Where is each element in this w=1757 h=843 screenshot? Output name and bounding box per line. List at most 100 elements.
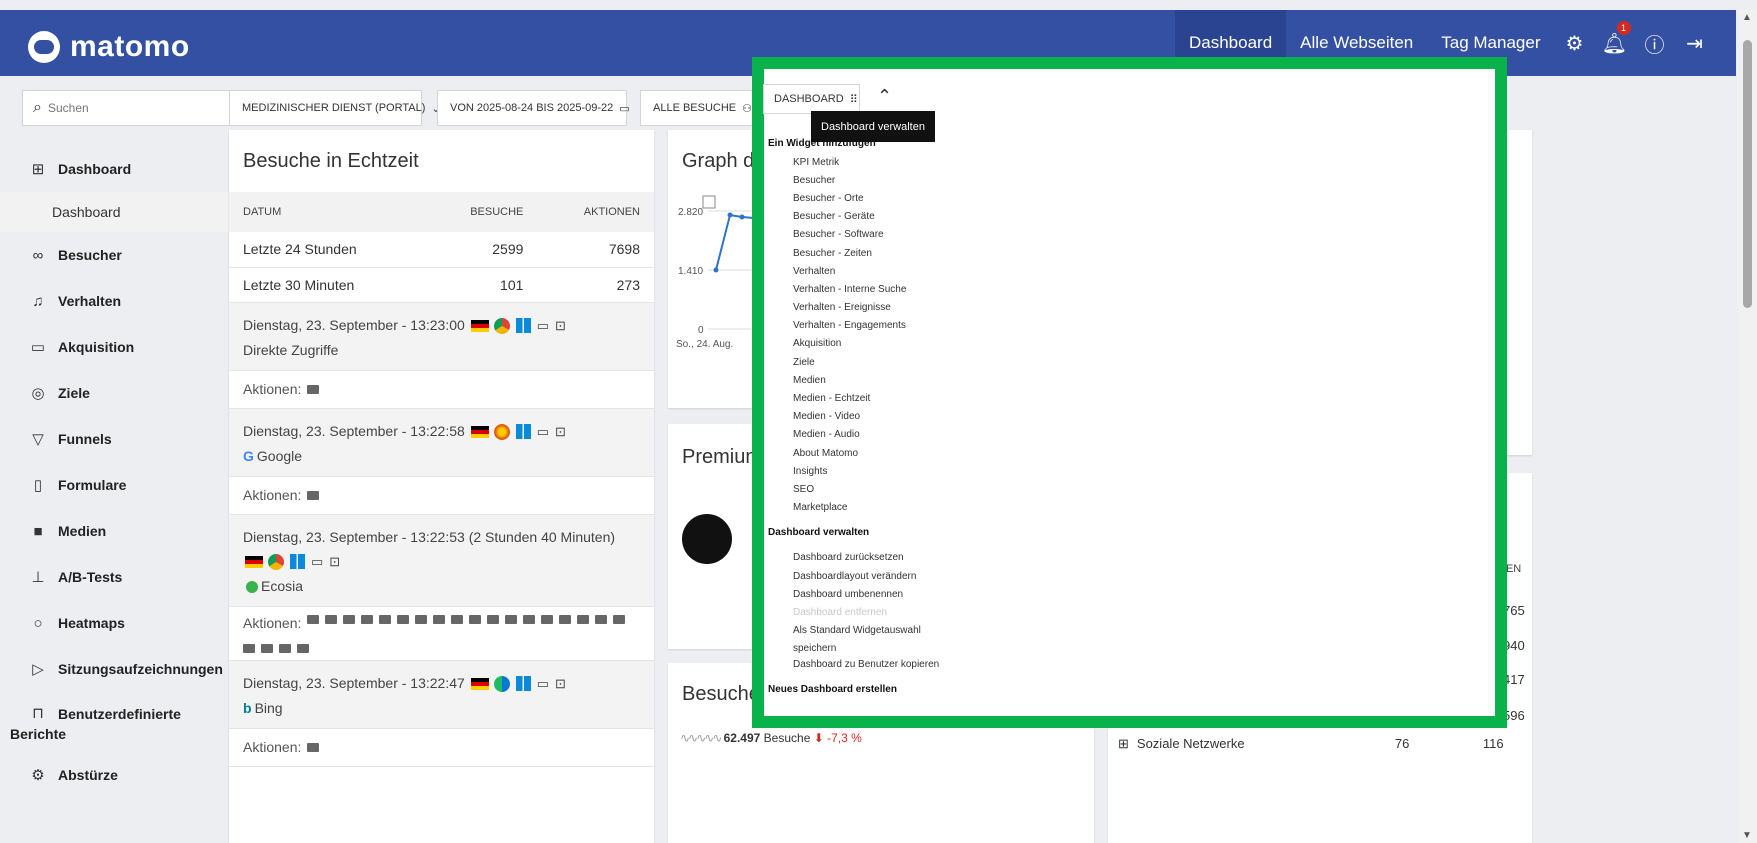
- sidebar-item-verhalten[interactable]: ♫ Verhalten: [0, 278, 238, 324]
- sidebar-item-funnels[interactable]: ▽ Funnels: [0, 416, 238, 462]
- menu-item[interactable]: Medien - Audio: [768, 426, 1488, 444]
- visitor-profile-icon[interactable]: ⊡: [555, 672, 566, 696]
- column-header[interactable]: DATUM: [229, 192, 426, 232]
- visit-actions: Aktionen:: [229, 607, 654, 661]
- visitor-profile-icon[interactable]: ⊡: [555, 314, 566, 338]
- menu-item-change-layout[interactable]: Dashboardlayout verändern: [768, 567, 1488, 585]
- sidebar-item-sitzungsaufzeichnungen[interactable]: ▷ Sitzungsaufzeichnungen: [0, 646, 238, 692]
- menu-item[interactable]: Besucher: [768, 171, 1488, 189]
- data-point[interactable]: [713, 267, 719, 273]
- menu-item-new-dashboard[interactable]: Neues Dashboard erstellen: [768, 680, 1488, 700]
- table-row[interactable]: ⊞ Soziale Netzwerke 76 116: [1118, 736, 1528, 752]
- menu-item[interactable]: KPI Metrik: [768, 153, 1488, 171]
- segment-selector[interactable]: ALLE BESUCHE ⚇: [640, 90, 760, 126]
- sidebar-item-abstuerze[interactable]: ⚙ Abstürze: [0, 752, 238, 798]
- menu-item[interactable]: Insights: [768, 462, 1488, 480]
- menu-item[interactable]: Medien - Echtzeit: [768, 389, 1488, 407]
- sidebar-item-dashboard[interactable]: ⊞ Dashboard: [0, 146, 238, 192]
- menu-item[interactable]: Besucher - Orte: [768, 189, 1488, 207]
- visit-entry[interactable]: Dienstag, 23. September - 13:22:58 ▭ ⊡ GG…: [229, 408, 654, 477]
- info-icon[interactable]: ⓘ: [1635, 29, 1675, 58]
- graph-type-icon[interactable]: [702, 195, 716, 209]
- dashboard-menu-button[interactable]: DASHBOARD ⠿: [763, 84, 860, 114]
- folder-icon[interactable]: [379, 614, 392, 624]
- folder-icon[interactable]: [613, 614, 626, 624]
- period-selector[interactable]: VON 2025-08-24 BIS 2025-09-22 ▭: [437, 90, 630, 126]
- site-selector[interactable]: MEDIZINISCHER DIENST (PORTAL) ⌄: [229, 90, 441, 126]
- folder-icon[interactable]: [541, 614, 554, 624]
- scroll-down-arrow-icon[interactable]: ▼: [1742, 830, 1752, 841]
- folder-icon[interactable]: [307, 742, 320, 752]
- menu-item[interactable]: Verhalten: [768, 262, 1488, 280]
- folder-icon[interactable]: [343, 614, 356, 624]
- folder-icon[interactable]: [451, 614, 464, 624]
- menu-item-rename[interactable]: Dashboard umbenennen: [768, 585, 1488, 603]
- folder-icon[interactable]: [397, 614, 410, 624]
- folder-icon[interactable]: [415, 614, 428, 624]
- folder-icon[interactable]: [297, 643, 309, 653]
- visit-entry[interactable]: Dienstag, 23. September - 13:22:47 ▭ ⊡ bB…: [229, 660, 654, 729]
- sidebar-subitem-dashboard[interactable]: Dashboard: [0, 192, 238, 232]
- search-box[interactable]: ⌕: [22, 90, 238, 126]
- menu-item-copy-to-user[interactable]: Dashboard zu Benutzer kopieren: [768, 656, 1488, 674]
- folder-icon[interactable]: [361, 614, 374, 624]
- folder-icon[interactable]: [595, 614, 608, 624]
- menu-item-save-default[interactable]: Als Standard Widgetauswahl speichern: [768, 622, 958, 656]
- menu-item[interactable]: Medien - Video: [768, 408, 1488, 426]
- folder-icon[interactable]: [523, 614, 536, 624]
- data-point[interactable]: [739, 214, 745, 220]
- menu-item[interactable]: Marketplace: [768, 499, 1488, 517]
- column-header[interactable]: AKTIONEN: [537, 192, 654, 232]
- column-header[interactable]: BESUCHE: [425, 192, 538, 232]
- visit-entry[interactable]: Dienstag, 23. September - 13:22:53 (2 St…: [229, 514, 654, 607]
- folder-icon[interactable]: [325, 614, 338, 624]
- sidebar-item-medien[interactable]: ■ Medien: [0, 508, 238, 554]
- folder-icon[interactable]: [469, 614, 482, 624]
- folder-icon[interactable]: [505, 614, 518, 624]
- menu-item[interactable]: Verhalten - Ereignisse: [768, 299, 1488, 317]
- sidebar-item-formulare[interactable]: ▯ Formulare: [0, 462, 238, 508]
- folder-icon[interactable]: [577, 614, 590, 624]
- folder-icon[interactable]: [307, 490, 320, 500]
- logout-icon[interactable]: ⇥: [1675, 31, 1715, 56]
- sidebar-item-custom-reports[interactable]: ⊓ Benutzerdefinierte Berichte: [0, 692, 238, 752]
- sidebar-item-ab-tests[interactable]: ⊥ A/B-Tests: [0, 554, 238, 600]
- scrollbar-thumb[interactable]: [1743, 40, 1752, 308]
- page-scrollbar[interactable]: ▲ ▼: [1738, 10, 1757, 843]
- folder-icon[interactable]: [487, 614, 500, 624]
- collapse-chevron-icon[interactable]: ⌃: [877, 86, 892, 107]
- data-point[interactable]: [727, 212, 733, 218]
- visitor-profile-icon[interactable]: ⊡: [329, 550, 340, 574]
- menu-item[interactable]: About Matomo: [768, 444, 1488, 462]
- menu-item[interactable]: SEO: [768, 480, 1488, 498]
- folder-icon[interactable]: [261, 643, 273, 653]
- folder-icon[interactable]: [433, 614, 446, 624]
- menu-item-reset[interactable]: Dashboard zurücksetzen: [768, 549, 1488, 567]
- sidebar-item-akquisition[interactable]: ▭ Akquisition: [0, 324, 238, 370]
- folder-icon[interactable]: [279, 643, 291, 653]
- gear-icon[interactable]: ⚙: [1555, 31, 1595, 56]
- menu-item[interactable]: Verhalten - Engagements: [768, 317, 1488, 335]
- menu-item[interactable]: Besucher - Zeiten: [768, 244, 1488, 262]
- sidebar-item-ziele[interactable]: ◎ Ziele: [0, 370, 238, 416]
- menu-item[interactable]: Besucher - Software: [768, 226, 1488, 244]
- search-input[interactable]: [47, 101, 208, 115]
- menu-item[interactable]: Akquisition: [768, 335, 1488, 353]
- menu-item[interactable]: Besucher - Geräte: [768, 208, 1488, 226]
- menu-item[interactable]: Ziele: [768, 353, 1488, 371]
- menu-item[interactable]: Verhalten - Interne Suche: [768, 280, 1488, 298]
- menu-item[interactable]: Medien: [768, 371, 1488, 389]
- folder-icon[interactable]: [243, 643, 255, 653]
- sidebar-item-heatmaps[interactable]: ○ Heatmaps: [0, 600, 238, 646]
- folder-icon[interactable]: [559, 614, 572, 624]
- scroll-up-arrow-icon[interactable]: ▲: [1742, 12, 1752, 23]
- row-visits: 2599: [425, 232, 538, 268]
- folder-icon[interactable]: [307, 384, 320, 394]
- visitor-profile-icon[interactable]: ⊡: [555, 420, 566, 444]
- matomo-logo[interactable]: matomo: [28, 30, 190, 64]
- folder-icon[interactable]: [307, 614, 320, 624]
- notification-bell-icon[interactable]: 🔔︎ 1: [1595, 20, 1635, 56]
- visit-entry[interactable]: Dienstag, 23. September - 13:23:00 ▭ ⊡ Di…: [229, 302, 654, 371]
- expand-icon[interactable]: ⊞: [1118, 736, 1129, 752]
- sidebar-item-besucher[interactable]: ∞ Besucher: [0, 232, 238, 278]
